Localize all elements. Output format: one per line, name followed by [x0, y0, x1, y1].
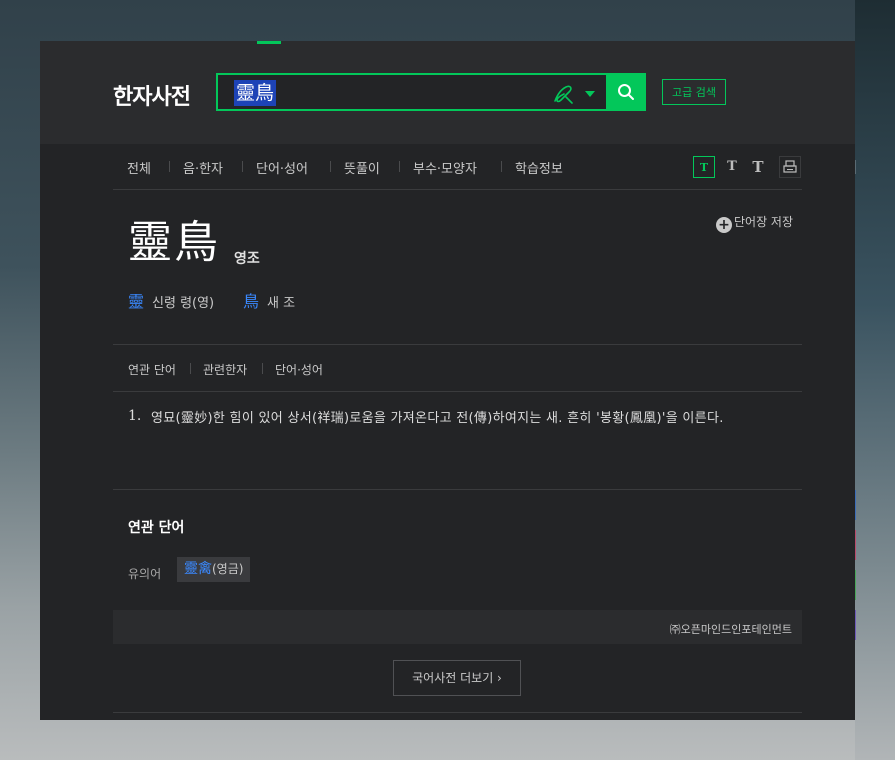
- font-size-medium-button[interactable]: T: [721, 156, 743, 178]
- tab-separator: [399, 161, 400, 172]
- entry-headword: 靈鳥: [128, 217, 220, 268]
- source-bar: ㈜오픈마인드인포테인먼트: [113, 610, 802, 644]
- advanced-search-button[interactable]: 고급 검색: [662, 79, 726, 105]
- tab-radical-shape[interactable]: 부수·모양자: [413, 158, 477, 177]
- tab-study-info[interactable]: 학습정보: [515, 158, 563, 177]
- char-meaning: 신령 령(영): [152, 296, 215, 311]
- print-icon[interactable]: [779, 156, 801, 178]
- char-link[interactable]: 鳥: [243, 292, 259, 311]
- subtab-related-words[interactable]: 연관 단어: [128, 361, 176, 378]
- char-meaning: 새 조: [267, 296, 296, 311]
- subtab-separator: [190, 363, 191, 374]
- dictionary-window: 한자사전 靈鳥 고급 검색 전체 음·한자 단어·성어 뜻풀이 부수·모양자 학…: [40, 41, 855, 720]
- header: 한자사전 靈鳥 고급 검색: [40, 41, 855, 144]
- tab-separator: [169, 161, 170, 172]
- divider: [113, 489, 802, 490]
- source-credit: ㈜오픈마인드인포테인먼트: [669, 623, 792, 636]
- active-indicator: [257, 41, 281, 44]
- subtab-related-hanja[interactable]: 관련한자: [203, 361, 247, 378]
- char-link[interactable]: 靈: [128, 292, 144, 311]
- tab-sound-hanja[interactable]: 음·한자: [183, 158, 223, 177]
- synonym-chip[interactable]: 靈禽(영금): [177, 557, 251, 582]
- synonym-reading: (영금): [212, 562, 244, 576]
- subtab-separator: [262, 363, 263, 374]
- definition-number: 1.: [128, 408, 142, 424]
- divider: [113, 391, 802, 392]
- tab-all[interactable]: 전체: [127, 158, 151, 177]
- font-size-large-button[interactable]: T: [747, 156, 769, 178]
- tab-separator: [330, 161, 331, 172]
- handwriting-icon[interactable]: [552, 83, 576, 105]
- save-word-label: 단어장 저장: [734, 215, 794, 229]
- save-to-wordbook-button[interactable]: + 단어장 저장: [716, 213, 793, 233]
- tab-definitions[interactable]: 뜻풀이: [344, 158, 380, 177]
- synonym-hanja[interactable]: 靈禽: [184, 561, 212, 577]
- char-breakdown-1: 靈 신령 령(영): [128, 288, 214, 312]
- subtab-words-idioms[interactable]: 단어·성어: [275, 361, 323, 378]
- search-button[interactable]: [606, 73, 646, 111]
- tab-separator: [242, 161, 243, 172]
- synonym-label: 유의어: [128, 567, 162, 581]
- desktop-background: [855, 0, 895, 760]
- chevron-down-icon[interactable]: [585, 91, 595, 97]
- more-korean-dictionary-button[interactable]: 국어사전 더보기 ›: [393, 660, 521, 696]
- font-size-small-button[interactable]: T: [693, 156, 715, 178]
- app-logo[interactable]: 한자사전: [113, 79, 191, 111]
- related-words-title: 연관 단어: [128, 520, 185, 536]
- search-input[interactable]: 靈鳥: [234, 80, 277, 106]
- search-icon: [618, 84, 634, 100]
- plus-icon: +: [716, 217, 732, 233]
- search-box[interactable]: 靈鳥: [216, 73, 608, 111]
- char-breakdown-2: 鳥새 조: [243, 288, 295, 312]
- category-tabs: 전체 음·한자 단어·성어 뜻풀이 부수·모양자 학습정보 T T T: [113, 144, 802, 190]
- divider: [113, 344, 802, 345]
- divider: [113, 712, 802, 713]
- definition-text: 영묘(靈妙)한 힘이 있어 상서(祥瑞)로움을 가져온다고 전(傳)하여지는 새…: [151, 411, 724, 426]
- tab-separator: [501, 161, 502, 172]
- entry-reading: 영조: [234, 251, 260, 267]
- tab-words-idioms[interactable]: 단어·성어: [256, 158, 308, 177]
